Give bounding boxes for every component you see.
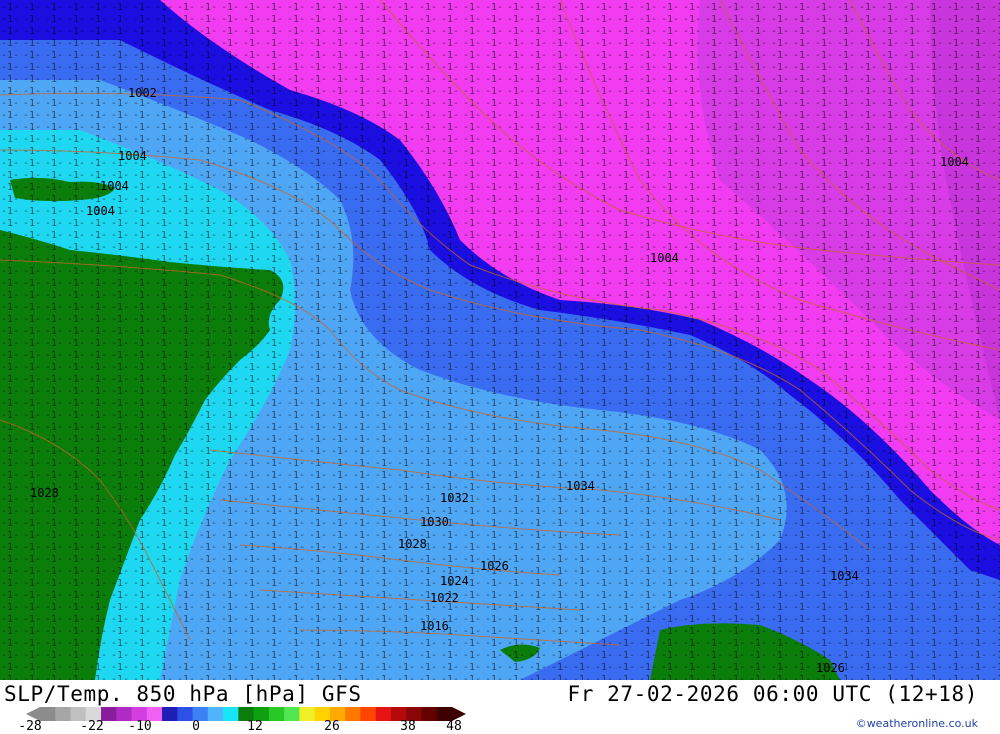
legend-tick: 26 (324, 719, 340, 734)
pressure-label: 1026 (816, 661, 845, 675)
pressure-label: 1004 (86, 204, 115, 218)
legend-swatch (360, 707, 376, 721)
pressure-label: 1024 (440, 574, 469, 588)
pressure-label: 1030 (420, 515, 449, 529)
pressure-label: 1016 (420, 619, 449, 633)
pressure-label: 1004 (650, 251, 679, 265)
pressure-label: 1002 (128, 86, 157, 100)
pressure-label: 1004 (940, 155, 969, 169)
legend-tick: -22 (80, 719, 103, 734)
credit-link[interactable]: ©weatheronline.co.uk (856, 717, 978, 730)
legend-swatch (269, 707, 285, 721)
pressure-label: 1028 (398, 537, 427, 551)
legend-swatch (376, 707, 392, 721)
legend-swatch (162, 707, 178, 721)
legend-swatch (40, 707, 56, 721)
valid-time: Fr 27-02-2026 06:00 UTC (12+18) (567, 682, 978, 706)
pressure-label: 1034 (830, 569, 859, 583)
legend-swatch (208, 707, 224, 721)
legend-tick: 38 (400, 719, 416, 734)
weather-map: -1- 1002 1004 1004 1004 (0, 0, 1000, 680)
legend-swatch (55, 707, 71, 721)
legend-swatch (345, 707, 361, 721)
pressure-label: 1004 (100, 179, 129, 193)
pressure-label: 1028 (30, 486, 59, 500)
legend-swatch (177, 707, 193, 721)
pressure-label: 1004 (118, 149, 147, 163)
legend-swatch (421, 707, 437, 721)
legend-tick: -28 (18, 719, 41, 734)
legend-swatch (223, 707, 239, 721)
pressure-label: 1034 (566, 479, 595, 493)
legend-tick: -10 (128, 719, 151, 734)
legend-tick: 0 (192, 719, 200, 734)
legend-tick: 12 (247, 719, 263, 734)
legend-swatch (284, 707, 300, 721)
legend-tick: 48 (446, 719, 462, 734)
pressure-label: 1032 (440, 491, 469, 505)
pressure-label: 1026 (480, 559, 509, 573)
legend-swatch (299, 707, 315, 721)
map-footer: SLP/Temp. 850 hPa [hPa] GFS Fr 27-02-202… (0, 680, 1000, 733)
pressure-label: 1022 (430, 591, 459, 605)
map-title: SLP/Temp. 850 hPa [hPa] GFS (4, 682, 362, 706)
